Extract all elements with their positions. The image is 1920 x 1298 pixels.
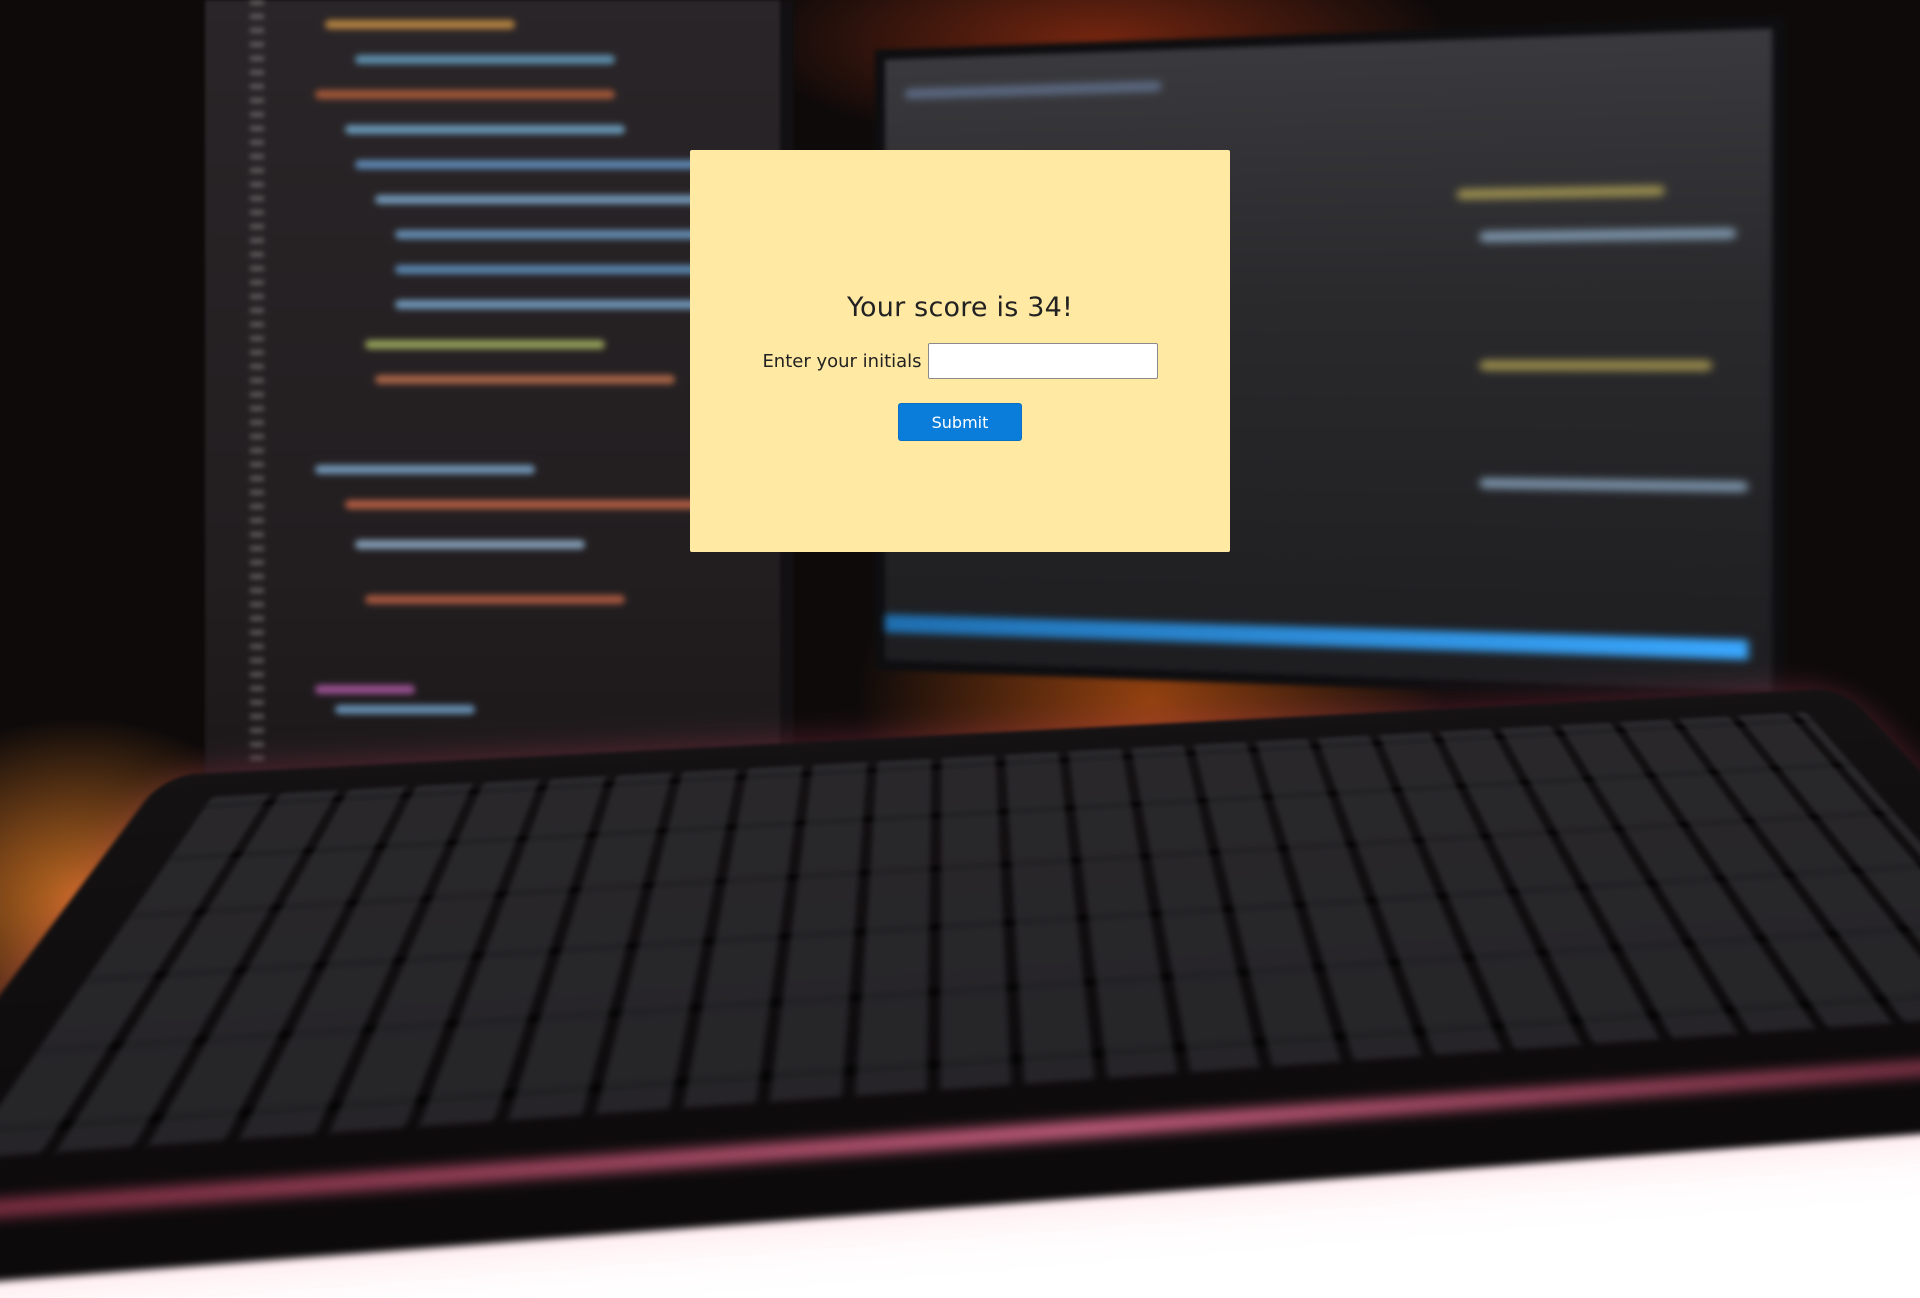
code-line [335, 705, 475, 714]
code-line [355, 55, 615, 64]
right-monitor-taskbar [885, 614, 1748, 660]
code-line [905, 81, 1162, 99]
initials-row: Enter your initials [762, 343, 1157, 379]
code-line [315, 90, 615, 99]
code-line [315, 685, 415, 694]
code-line [1457, 185, 1665, 200]
code-line [1479, 360, 1712, 371]
score-title: Your score is 34! [847, 292, 1073, 323]
code-line [355, 540, 585, 549]
code-line [375, 375, 675, 384]
code-line [1479, 478, 1748, 492]
code-line [365, 595, 625, 604]
code-line [365, 340, 605, 349]
code-line-gutter [250, 0, 264, 760]
code-line [395, 265, 725, 274]
keyboard [0, 688, 1920, 1298]
initials-input[interactable] [928, 343, 1158, 379]
code-line [1479, 228, 1736, 242]
code-line [315, 465, 535, 474]
score-modal: Your score is 34! Enter your initials Su… [690, 150, 1230, 552]
initials-label: Enter your initials [762, 351, 921, 372]
code-line [325, 20, 515, 29]
code-line [355, 160, 715, 169]
code-line [345, 125, 625, 134]
submit-button[interactable]: Submit [898, 403, 1022, 441]
